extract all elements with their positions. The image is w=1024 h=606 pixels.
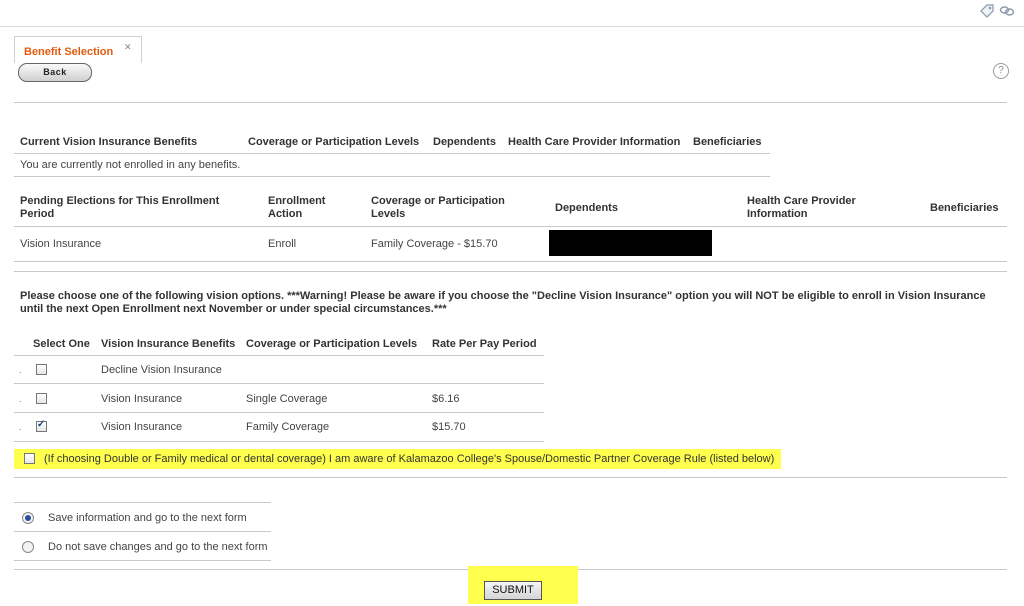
divider (14, 502, 271, 503)
option-benefit: Decline Vision Insurance (101, 364, 222, 376)
family-coverage-checkbox[interactable] (36, 419, 47, 432)
link-icon[interactable] (998, 2, 1016, 20)
pending-header-beneficiaries: Beneficiaries (930, 202, 999, 214)
discard-radio[interactable] (22, 541, 34, 553)
current-header-beneficiaries: Beneficiaries (693, 136, 762, 148)
options-header-coverage: Coverage or Participation Levels (246, 338, 418, 350)
acknowledgement-checkbox[interactable] (24, 453, 35, 464)
redacted-dependents (549, 230, 712, 256)
top-toolbar (978, 2, 1016, 20)
current-header-provider: Health Care Provider Information (508, 136, 681, 148)
not-enrolled-message: You are currently not enrolled in any be… (20, 159, 241, 171)
divider (14, 383, 544, 384)
acknowledgement-label: (If choosing Double or Family medical or… (44, 453, 775, 465)
divider (14, 412, 544, 413)
pending-header-action: Enrollment Action (268, 195, 326, 220)
options-header-select: Select One (33, 338, 90, 350)
pending-header-coverage: Coverage or Participation Levels (371, 195, 505, 220)
divider (14, 441, 544, 442)
pending-action: Enroll (268, 238, 297, 250)
options-header-benefits: Vision Insurance Benefits (101, 338, 236, 350)
current-header-benefits: Current Vision Insurance Benefits (20, 136, 198, 148)
top-divider (0, 26, 1024, 27)
divider (14, 153, 770, 154)
help-icon[interactable]: ? (993, 63, 1009, 79)
option-benefit: Vision Insurance (101, 421, 183, 433)
close-icon[interactable]: ✕ (124, 42, 132, 53)
row-marker: . (19, 365, 22, 375)
pending-header-elections: Pending Elections for This Enrollment Pe… (20, 195, 220, 220)
discard-option-label: Do not save changes and go to the next f… (48, 541, 268, 553)
option-coverage: Single Coverage (246, 393, 328, 405)
divider (14, 102, 1007, 103)
current-header-coverage: Coverage or Participation Levels (248, 136, 420, 148)
save-option-label: Save information and go to the next form (48, 512, 247, 524)
pending-header-dependents: Dependents (555, 202, 618, 214)
save-radio[interactable] (22, 512, 34, 524)
tab-title: Benefit Selection (24, 46, 114, 58)
single-coverage-checkbox[interactable] (36, 393, 47, 404)
divider (14, 477, 1007, 478)
row-marker: . (19, 394, 22, 404)
option-benefit: Vision Insurance (101, 393, 183, 405)
option-rate: $15.70 (432, 421, 466, 433)
current-header-dependents: Dependents (433, 136, 496, 148)
option-coverage: Family Coverage (246, 421, 330, 433)
decline-vision-checkbox[interactable] (36, 364, 47, 375)
pending-benefit: Vision Insurance (20, 238, 102, 250)
submit-button[interactable]: SUBMIT (484, 581, 542, 600)
back-button[interactable]: Back (18, 63, 92, 82)
options-header-rate: Rate Per Pay Period (432, 338, 537, 350)
divider (14, 176, 770, 177)
pending-coverage: Family Coverage - $15.70 (371, 238, 498, 250)
vision-instructions: Please choose one of the following visio… (20, 290, 986, 315)
pending-header-provider: Health Care Provider Information (747, 195, 856, 220)
option-rate: $6.16 (432, 393, 460, 405)
divider (14, 226, 1007, 227)
divider (14, 355, 544, 356)
row-marker: . (19, 422, 22, 432)
divider (14, 261, 1007, 262)
divider (14, 531, 271, 532)
tag-icon[interactable] (978, 2, 996, 20)
divider (14, 560, 271, 561)
divider (14, 271, 1007, 272)
